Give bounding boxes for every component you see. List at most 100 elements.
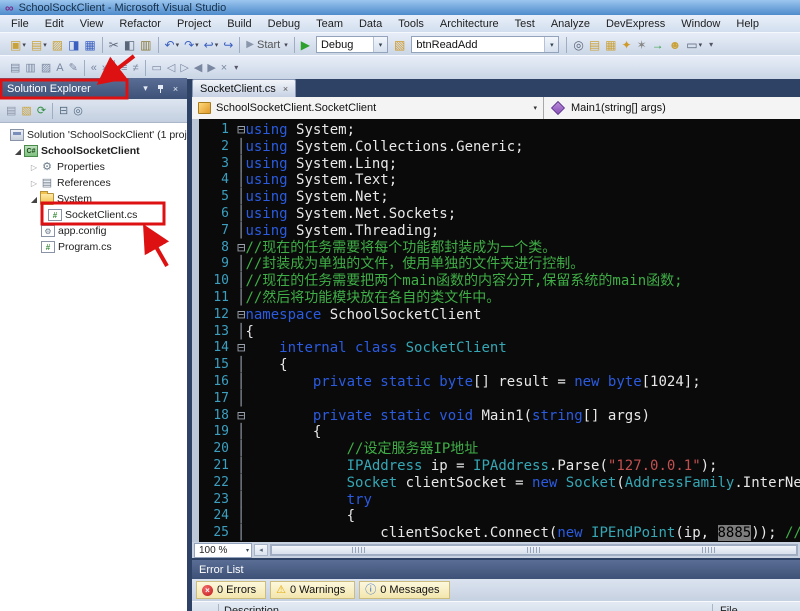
code-line[interactable]: 2│using System.Collections.Generic; — [192, 139, 800, 156]
code-line[interactable]: 17│ — [192, 391, 800, 408]
paste-button[interactable]: ▥ — [138, 36, 153, 54]
menu-file[interactable]: File — [3, 16, 37, 32]
tab-socketclient-cs[interactable]: SocketClient.cs × — [192, 79, 296, 97]
code-line[interactable]: 15│ { — [192, 357, 800, 374]
solution-configurations-combo[interactable]: Debug▾ — [316, 36, 388, 53]
parameter-info-button[interactable]: ▥ — [23, 59, 37, 77]
menu-build[interactable]: Build — [219, 16, 259, 32]
add-item-button[interactable]: ▤▾ — [29, 36, 49, 54]
increase-indent-button[interactable]: » — [100, 59, 110, 77]
code-line[interactable]: 9│//封装成为单独的文件，使用单独的文件夹进行控制。 — [192, 256, 800, 273]
menu-view[interactable]: View — [72, 16, 112, 32]
chevron-down-icon[interactable]: ▾ — [373, 37, 387, 52]
code-line[interactable]: 16│ private static byte[] result = new b… — [192, 374, 800, 391]
tree-item-schoolsocketclient[interactable]: ◢SchoolSocketClient — [0, 143, 187, 159]
member-list-button[interactable]: ▤ — [8, 59, 22, 77]
zoom-combo[interactable]: 100 % ▾ — [194, 543, 252, 558]
copy-button[interactable]: ◧ — [122, 36, 137, 54]
run-button[interactable]: ▶ — [299, 36, 312, 54]
menu-edit[interactable]: Edit — [37, 16, 72, 32]
tree-item-socketclient-cs[interactable]: SocketClient.cs — [0, 207, 187, 223]
code-line[interactable]: 3│using System.Linq; — [192, 156, 800, 173]
refresh-button[interactable]: ⟳ — [35, 102, 48, 120]
code-line[interactable]: 23│ try — [192, 492, 800, 509]
code-line[interactable]: 20│ //设定服务器IP地址 — [192, 441, 800, 458]
save-button[interactable]: ◨ — [66, 36, 81, 54]
code-line[interactable]: 18⊟ private static void Main1(string[] a… — [192, 408, 800, 425]
code-line[interactable]: 1⊟using System; — [192, 122, 800, 139]
toolbar-overflow-button[interactable]: ▾ — [230, 59, 242, 77]
next-bookmark-button[interactable]: ▷ — [178, 59, 190, 77]
code-line[interactable]: 12⊟namespace SchoolSocketClient — [192, 307, 800, 324]
code-line[interactable]: 7│using System.Threading; — [192, 223, 800, 240]
extension-manager-button[interactable]: ✶ — [635, 36, 649, 54]
complete-word-button[interactable]: A — [54, 59, 65, 77]
code-line[interactable]: 24│ { — [192, 508, 800, 525]
menu-help[interactable]: Help — [728, 16, 767, 32]
toggle-bookmark-button[interactable]: ▭ — [150, 59, 164, 77]
open-file-button[interactable]: ▨ — [50, 36, 65, 54]
decrease-indent-button[interactable]: « — [89, 59, 99, 77]
code-line[interactable]: 13│{ — [192, 324, 800, 341]
previous-bookmark-button[interactable]: ◁ — [165, 59, 177, 77]
menu-architecture[interactable]: Architecture — [432, 16, 507, 32]
navigate-to-button[interactable]: → — [650, 36, 666, 54]
window-position-button[interactable]: ▾ — [138, 82, 153, 96]
navigate-forward-button[interactable]: ↪ — [221, 36, 235, 54]
code-line[interactable]: 25│ clientSocket.Connect(new IPEndPoint(… — [192, 525, 800, 542]
previous-bookmark-folder-button[interactable]: ◀ — [192, 59, 204, 77]
hscrollbar-thumb[interactable] — [271, 545, 797, 555]
messages-filter-button[interactable]: ⓘ0 Messages — [359, 581, 449, 599]
hscrollbar-track[interactable] — [270, 544, 798, 556]
properties-window-button[interactable]: ▤ — [4, 102, 18, 120]
auto-hide-pin-button[interactable] — [153, 82, 168, 96]
toolbox-button[interactable]: ✦ — [620, 36, 634, 54]
menu-tools[interactable]: Tools — [390, 16, 432, 32]
command-window-button[interactable]: ▭▾ — [684, 36, 704, 54]
class-diagram-button[interactable]: ◎ — [71, 102, 85, 120]
tree-item-system[interactable]: ◢System — [0, 191, 187, 207]
new-project-button[interactable]: ▣▾ — [8, 36, 28, 54]
code-line[interactable]: 22│ Socket clientSocket = new Socket(Add… — [192, 475, 800, 492]
save-all-button[interactable]: ▦ — [82, 36, 97, 54]
warnings-filter-button[interactable]: ⚠0 Warnings — [270, 581, 355, 599]
menu-devexpress[interactable]: DevExpress — [598, 16, 673, 32]
menu-analyze[interactable]: Analyze — [543, 16, 598, 32]
code-line[interactable]: 10│//现在的任务需要把两个main函数的内容分开,保留系统的main函数; — [192, 273, 800, 290]
quick-info-button[interactable]: ▨ — [39, 59, 53, 77]
edit-properties-button[interactable]: ✎ — [67, 59, 80, 77]
scroll-left-button[interactable]: ◂ — [254, 544, 268, 556]
menu-project[interactable]: Project — [169, 16, 219, 32]
find-options-button[interactable]: ▧ — [392, 36, 407, 54]
next-bookmark-folder-button[interactable]: ▶ — [205, 59, 217, 77]
object-browser-button[interactable]: ▦ — [603, 36, 618, 54]
members-dropdown[interactable]: Main1(string[] args) — [544, 97, 672, 119]
tree-item-program-cs[interactable]: Program.cs — [0, 239, 187, 255]
uncomment-selection-button[interactable]: ≠ — [130, 59, 140, 77]
code-line[interactable]: 21│ IPAddress ip = IPAddress.Parse("127.… — [192, 458, 800, 475]
code-line[interactable]: 5│using System.Net; — [192, 189, 800, 206]
comment-selection-button[interactable]: ≡ — [119, 59, 129, 77]
clear-bookmarks-button[interactable]: × — [219, 59, 229, 77]
undo-button[interactable]: ↶▾ — [163, 36, 182, 54]
start-debug-button[interactable]: ▶Start▾ — [244, 36, 289, 54]
menu-debug[interactable]: Debug — [260, 16, 308, 32]
close-panel-button[interactable]: × — [168, 82, 183, 96]
menu-team[interactable]: Team — [308, 16, 351, 32]
close-tab-icon[interactable]: × — [283, 84, 288, 94]
errors-filter-button[interactable]: ×0 Errors — [196, 581, 266, 599]
code-line[interactable]: 4│using System.Text; — [192, 172, 800, 189]
menu-refactor[interactable]: Refactor — [111, 16, 169, 32]
menu-test[interactable]: Test — [507, 16, 543, 32]
collapsed-expander-icon[interactable]: ▷ — [28, 163, 40, 172]
menu-window[interactable]: Window — [673, 16, 728, 32]
solution-explorer-button[interactable]: ◎ — [571, 36, 585, 54]
code-line[interactable]: 6│using System.Net.Sockets; — [192, 206, 800, 223]
expanded-expander-icon[interactable]: ◢ — [12, 147, 24, 156]
expanded-expander-icon[interactable]: ◢ — [28, 195, 40, 204]
find-combo[interactable]: btnReadAdd▾ — [411, 36, 559, 53]
redo-button[interactable]: ↷▾ — [182, 36, 201, 54]
menu-data[interactable]: Data — [351, 16, 390, 32]
tree-item-references[interactable]: ▷▤References — [0, 175, 187, 191]
code-line[interactable]: 8⊟//现在的任务需要将每个功能都封装成为一个类。 — [192, 240, 800, 257]
